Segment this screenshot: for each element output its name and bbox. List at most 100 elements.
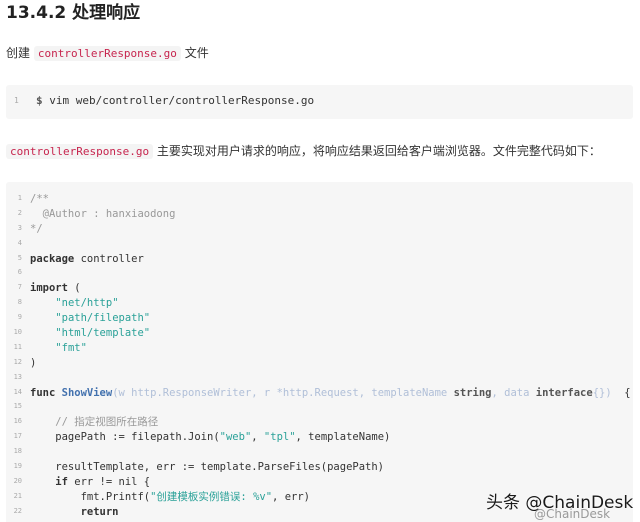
code-line: 10 "html/template" [6, 326, 633, 341]
code-line: 18 [6, 445, 633, 460]
line-number: 8 [17, 298, 22, 307]
code-text: import ( [30, 281, 81, 296]
code-text: resultTemplate, err := template.ParseFil… [30, 460, 384, 475]
code-text: fmt.Printf("创建模板实例错误: %v", err) [30, 490, 310, 505]
section-heading: 13.4.2 处理响应 [6, 3, 141, 23]
line-number: 12 [13, 357, 22, 366]
code-token: // 指定视图所在路径 [30, 416, 159, 429]
code-token: fmt.Printf( [30, 490, 151, 503]
line-number: 7 [17, 283, 22, 292]
line-number: 10 [13, 328, 22, 337]
code-token: "path/filepath" [55, 312, 151, 325]
line-number: 1 [17, 194, 22, 202]
code-token: */ [30, 222, 43, 235]
code-token: , data [491, 386, 536, 399]
code-line: 13 [6, 371, 633, 386]
line-number: 6 [17, 268, 22, 277]
code-token: @Author : hanxiaodong [30, 207, 176, 220]
code-token: "fmt" [55, 341, 87, 354]
code-text: "html/template" [30, 326, 150, 341]
line-number: 22 [13, 506, 22, 515]
line-number: 9 [17, 313, 22, 322]
code-token: "net/http" [55, 297, 119, 310]
code-line: 17 pagePath := filepath.Join("web", "tpl… [6, 430, 633, 445]
code-token: "html/template" [55, 327, 151, 340]
code-line: 11 "fmt" [6, 341, 633, 356]
code-text: pagePath := filepath.Join("web", "tpl", … [30, 430, 390, 445]
code-token: (w http.ResponseWriter, r *http.Request,… [112, 386, 454, 399]
code-token: interface [535, 386, 593, 399]
code-token: return [80, 505, 119, 518]
code-line: 5 package controller [6, 252, 633, 267]
code-token: "创建模板实例错误: %v" [150, 490, 273, 503]
code-token: import [30, 282, 68, 295]
code-token: "web" [219, 431, 252, 444]
line-number: 21 [13, 491, 22, 500]
prompt-symbol: $ [36, 94, 43, 107]
code-token: /** [30, 193, 49, 205]
description-text: 主要实现对用户请求的响应，将响应结果返回给客户端浏览器。文件完整代码如下： [156, 144, 601, 158]
line-number: 11 [13, 342, 22, 351]
code-text: // 指定视图所在路径 [30, 415, 158, 430]
code-token: err != nil { [67, 475, 151, 488]
line-number: 19 [13, 462, 22, 471]
code-line: 9 "path/filepath" [6, 311, 633, 326]
code-line: 15 [6, 400, 633, 415]
code-token: pagePath := filepath.Join( [30, 431, 220, 444]
line-number: 16 [13, 417, 22, 426]
line-number: 20 [13, 476, 22, 485]
code-token: { [611, 386, 631, 399]
code-text: @Author : hanxiaodong [30, 207, 176, 222]
command-block: 1 $ vim web/controller/controllerRespons… [6, 85, 633, 119]
code-line: 2 @Author : hanxiaodong [6, 207, 633, 222]
code-text: */ [30, 222, 43, 237]
line-number: 14 [13, 387, 22, 396]
code-token: ShowView [61, 386, 113, 399]
code-text: ) [30, 356, 36, 371]
code-line: 8 "net/http" [6, 296, 633, 311]
code-token: ( [67, 282, 81, 295]
code-line: 6 [6, 266, 633, 281]
code-token: , err) [272, 490, 310, 503]
line-number: 2 [17, 208, 22, 217]
description-paragraph: controllerResponse.go 主要实现对用户请求的响应，将响应结果… [6, 142, 601, 161]
code-lines: 1/** 2 @Author : hanxiaodong 3 */4 5 package … [6, 192, 633, 520]
code-line: 3 */ [6, 222, 633, 237]
code-token: , templateName) [295, 431, 391, 444]
intro-suffix: 文件 [184, 46, 209, 60]
code-line: 1 /** [6, 192, 633, 207]
code-text: "fmt" [30, 341, 87, 356]
intro-paragraph: 创建 controllerResponse.go 文件 [6, 44, 209, 63]
code-text: "path/filepath" [30, 311, 150, 326]
line-number: 17 [13, 432, 22, 441]
code-token: resultTemplate, err := template.ParseFil… [30, 461, 385, 474]
code-line: 16 // 指定视图所在路径 [6, 415, 633, 430]
code-text: package controller [30, 252, 144, 267]
code-text: "net/http" [30, 296, 119, 311]
code-token: "tpl" [263, 431, 296, 444]
code-token: ) [30, 356, 37, 369]
code-token: {}) [592, 386, 612, 399]
code-line: 14 func ShowView(w http.ResponseWriter, r… [6, 386, 633, 401]
code-text: if err != nil { [30, 475, 150, 490]
code-line: 7 import ( [6, 281, 633, 296]
code-line: 19 resultTemplate, err := template.Parse… [6, 460, 633, 475]
code-block: 1/** 2 @Author : hanxiaodong 3 */4 5 package … [6, 182, 633, 522]
line-number: 3 [17, 223, 22, 232]
code-line: 4 [6, 237, 633, 252]
line-number: 5 [17, 253, 22, 262]
command-text: vim web/controller/controllerResponse.go [49, 94, 315, 107]
command-line-number: 1 [14, 96, 19, 105]
code-text: return [30, 505, 119, 520]
code-text: func ShowView(w http.ResponseWriter, r *… [30, 386, 631, 401]
code-token: package [30, 252, 75, 265]
line-number: 13 [13, 372, 22, 381]
code-token: if [55, 475, 68, 488]
code-text: /** [30, 192, 49, 207]
line-number: 18 [13, 447, 22, 456]
command-code: $ vim web/controller/controllerResponse.… [36, 94, 314, 107]
